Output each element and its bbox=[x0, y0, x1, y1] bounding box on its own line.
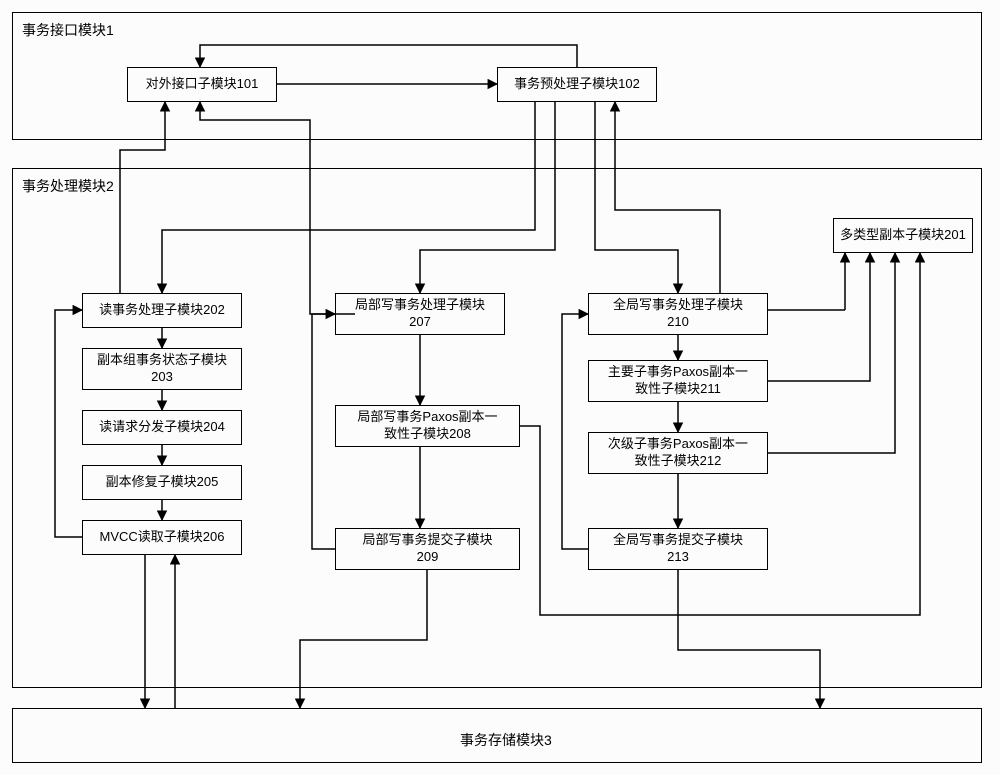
box-203-l1: 副本组事务状态子模块 bbox=[97, 352, 227, 369]
box-101-label: 对外接口子模块101 bbox=[146, 76, 259, 93]
box-213-l2: 213 bbox=[667, 549, 689, 566]
box-203: 副本组事务状态子模块 203 bbox=[82, 348, 242, 390]
box-204: 读请求分发子模块204 bbox=[82, 410, 242, 445]
box-208: 局部写事务Paxos副本一 致性子模块208 bbox=[335, 405, 520, 447]
box-205-label: 副本修复子模块205 bbox=[106, 474, 219, 491]
box-201: 多类型副本子模块201 bbox=[833, 218, 973, 253]
module-processing-label: 事务处理模块2 bbox=[22, 176, 114, 196]
box-211: 主要子事务Paxos副本一 致性子模块211 bbox=[588, 360, 768, 402]
box-213: 全局写事务提交子模块 213 bbox=[588, 528, 768, 570]
box-204-label: 读请求分发子模块204 bbox=[99, 419, 225, 436]
box-207: 局部写事务处理子模块 207 bbox=[335, 293, 505, 335]
module-storage-label: 事务存储模块3 bbox=[460, 730, 552, 750]
box-206-label: MVCC读取子模块206 bbox=[100, 529, 225, 546]
diagram-canvas: 事务接口模块1 事务处理模块2 事务存储模块3 对外接口子模块101 事务预处理… bbox=[0, 0, 1000, 775]
box-211-l2: 致性子模块211 bbox=[635, 381, 721, 398]
module-interface-label: 事务接口模块1 bbox=[22, 20, 114, 40]
box-211-l1: 主要子事务Paxos副本一 bbox=[608, 364, 748, 381]
box-102: 事务预处理子模块102 bbox=[497, 67, 657, 102]
box-210: 全局写事务处理子模块 210 bbox=[588, 293, 768, 335]
box-209-l2: 209 bbox=[417, 549, 439, 566]
box-101: 对外接口子模块101 bbox=[127, 67, 277, 102]
box-208-l1: 局部写事务Paxos副本一 bbox=[357, 409, 497, 426]
box-212-l2: 致性子模块212 bbox=[635, 453, 722, 470]
box-201-label: 多类型副本子模块201 bbox=[840, 227, 966, 244]
box-210-l1: 全局写事务处理子模块 bbox=[613, 297, 743, 314]
box-207-l1: 局部写事务处理子模块 bbox=[355, 297, 485, 314]
box-208-l2: 致性子模块208 bbox=[384, 426, 471, 443]
box-205: 副本修复子模块205 bbox=[82, 465, 242, 500]
box-207-l2: 207 bbox=[409, 314, 431, 331]
box-213-l1: 全局写事务提交子模块 bbox=[613, 532, 743, 549]
box-212: 次级子事务Paxos副本一 致性子模块212 bbox=[588, 432, 768, 474]
box-209: 局部写事务提交子模块 209 bbox=[335, 528, 520, 570]
box-203-l2: 203 bbox=[151, 369, 173, 386]
box-209-l1: 局部写事务提交子模块 bbox=[362, 532, 492, 549]
box-210-l2: 210 bbox=[667, 314, 689, 331]
box-202: 读事务处理子模块202 bbox=[82, 293, 242, 328]
box-102-label: 事务预处理子模块102 bbox=[514, 76, 640, 93]
box-212-l1: 次级子事务Paxos副本一 bbox=[608, 436, 748, 453]
box-202-label: 读事务处理子模块202 bbox=[99, 302, 225, 319]
box-206: MVCC读取子模块206 bbox=[82, 520, 242, 555]
